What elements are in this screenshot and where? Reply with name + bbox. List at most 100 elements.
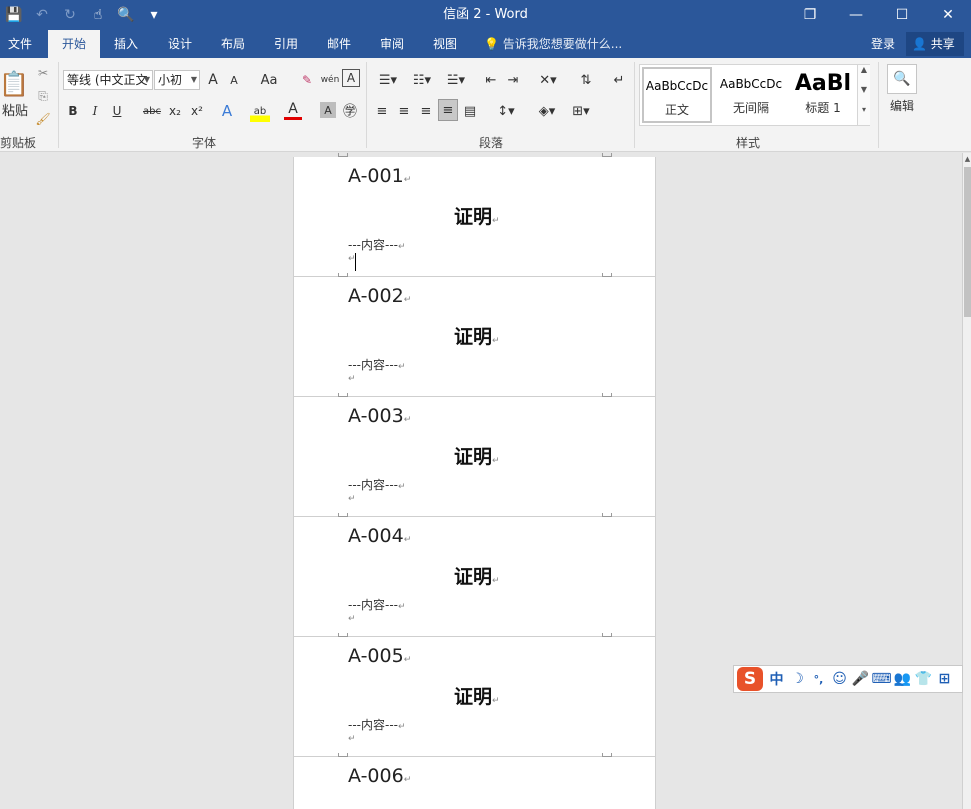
underline-button[interactable]: U: [108, 100, 126, 122]
ribbon-display-button[interactable]: ❐: [787, 0, 833, 30]
bold-button[interactable]: B: [64, 100, 82, 122]
title-bar: 💾 ↶ ↻ ☝ 🔍 ▾ 信函 2 - Word ❐ — ☐ ✕: [0, 0, 971, 30]
toolbox-icon[interactable]: ⊞: [934, 671, 955, 687]
style-name: 正文: [664, 103, 689, 117]
label-page[interactable]: A-004↵ 证明↵ ---内容---↵ ↵: [293, 517, 656, 637]
tab-view[interactable]: 视图: [433, 30, 457, 58]
char-shading-icon[interactable]: A: [320, 102, 336, 118]
label-page[interactable]: A-006↵: [293, 757, 656, 809]
label-content: ---内容---↵: [348, 238, 406, 252]
shrink-font-icon[interactable]: A: [226, 69, 242, 91]
minimize-button[interactable]: —: [833, 0, 879, 30]
borders-icon[interactable]: ⊞▾: [567, 100, 595, 122]
align-center-icon[interactable]: ≡: [394, 100, 414, 122]
share-label: 共享: [930, 37, 955, 51]
label-page[interactable]: A-005↵ 证明↵ ---内容---↵ ↵: [293, 637, 656, 757]
italic-button[interactable]: I: [86, 100, 104, 122]
tab-references[interactable]: 引用: [274, 30, 298, 58]
tab-file[interactable]: 文件: [0, 30, 40, 58]
style-normal[interactable]: AaBbCcDc 正文: [642, 67, 712, 123]
line-spacing-icon[interactable]: ↕▾: [492, 100, 520, 122]
style-name: 标题 1: [805, 101, 841, 115]
login-link[interactable]: 登录: [871, 30, 895, 58]
microphone-icon[interactable]: 🎤: [850, 671, 871, 687]
font-name-combo[interactable]: 等线 (中文正文 ▼: [63, 70, 153, 90]
decrease-indent-icon[interactable]: ⇤: [481, 69, 501, 91]
sogou-logo-icon[interactable]: S: [737, 667, 763, 691]
clipboard-group-label: 剪贴板: [0, 136, 37, 150]
label-page[interactable]: A-002↵ 证明↵ ---内容---↵ ↵: [293, 277, 656, 397]
distributed-icon[interactable]: ▤: [460, 100, 480, 122]
tab-mailings[interactable]: 邮件: [327, 30, 351, 58]
ime-mode-toggle[interactable]: 中: [766, 669, 787, 689]
maximize-button[interactable]: ☐: [879, 0, 925, 30]
share-button[interactable]: 👤 共享: [906, 32, 964, 56]
half-width-icon[interactable]: ☽: [787, 671, 808, 687]
phonetic-guide-icon[interactable]: wén: [320, 69, 340, 91]
bullets-icon[interactable]: ☰▾: [373, 69, 403, 91]
increase-indent-icon[interactable]: ⇥: [503, 69, 523, 91]
document-workspace: A-001↵ 证明↵ ---内容---↵ ↵ A-002↵ 证明↵ ---内容-…: [0, 153, 962, 809]
scroll-thumb[interactable]: [964, 167, 971, 317]
user-icon[interactable]: 👥: [892, 671, 913, 687]
keyboard-icon[interactable]: ⌨: [871, 671, 892, 687]
format-painter-icon[interactable]: 🖌: [34, 108, 52, 130]
superscript-button[interactable]: x²: [188, 100, 206, 122]
crop-mark: [602, 153, 612, 157]
chinese-layout-icon[interactable]: ✕▾: [534, 69, 562, 91]
styles-expand[interactable]: ▾: [857, 105, 870, 125]
scroll-up-icon[interactable]: ▲: [963, 155, 971, 163]
copy-icon[interactable]: ⎘: [34, 85, 52, 107]
strikethrough-button[interactable]: abc: [140, 100, 164, 122]
cut-icon[interactable]: ✂: [34, 62, 52, 84]
style-heading-1[interactable]: AaBl 标题 1: [790, 67, 856, 123]
show-marks-icon[interactable]: ↵: [610, 69, 628, 91]
paragraph-group-label: 段落: [479, 136, 504, 150]
tab-insert[interactable]: 插入: [114, 30, 138, 58]
enclose-char-icon[interactable]: ㊫: [341, 100, 359, 122]
tab-design[interactable]: 设计: [168, 30, 192, 58]
window-controls: ❐ — ☐ ✕: [787, 0, 971, 30]
font-size-combo[interactable]: 小初 ▼: [154, 70, 200, 90]
close-button[interactable]: ✕: [925, 0, 971, 30]
style-no-spacing[interactable]: AaBbCcDc 无间隔: [715, 67, 787, 123]
align-right-icon[interactable]: ≡: [416, 100, 436, 122]
align-left-icon[interactable]: ≡: [372, 100, 392, 122]
font-size-value: 小初: [158, 73, 183, 87]
tab-layout[interactable]: 布局: [221, 30, 245, 58]
font-color-icon[interactable]: A: [284, 100, 302, 120]
tab-home[interactable]: 开始: [48, 30, 100, 58]
paste-button[interactable]: 粘贴: [0, 98, 30, 120]
tell-me-box[interactable]: 💡 告诉我您想要做什么...: [484, 30, 622, 58]
find-icon[interactable]: 🔍: [887, 64, 917, 94]
label-code: A-002↵: [348, 285, 412, 307]
skin-icon[interactable]: 👕: [913, 671, 934, 687]
grow-font-icon[interactable]: A: [204, 69, 222, 91]
tab-review[interactable]: 审阅: [380, 30, 404, 58]
shading-icon[interactable]: ◈▾: [533, 100, 561, 122]
label-code: A-006↵: [348, 765, 412, 787]
group-separator: [634, 62, 635, 148]
ime-toolbar: S 中 ☽ °, ☺ 🎤 ⌨ 👥 👕 ⊞: [733, 665, 963, 693]
change-case-icon[interactable]: Aa: [254, 69, 284, 91]
sort-icon[interactable]: ⇅: [576, 69, 596, 91]
subscript-button[interactable]: x₂: [166, 100, 184, 122]
emoji-icon[interactable]: ☺: [829, 671, 850, 687]
highlight-icon[interactable]: ab: [250, 100, 270, 122]
styles-scroll-up[interactable]: ▲: [857, 65, 870, 85]
label-title: 证明↵: [454, 686, 500, 708]
numbering-icon[interactable]: ☷▾: [407, 69, 437, 91]
clear-format-icon[interactable]: ✎: [298, 69, 316, 91]
font-group-label: 字体: [192, 136, 217, 150]
style-sample: AaBl: [794, 71, 852, 96]
label-page[interactable]: A-003↵ 证明↵ ---内容---↵ ↵: [293, 397, 656, 517]
editing-button[interactable]: 编辑: [885, 94, 919, 116]
styles-scroll-down[interactable]: ▼: [857, 85, 870, 105]
label-page[interactable]: A-001↵ 证明↵ ---内容---↵ ↵: [293, 153, 656, 277]
vertical-scrollbar[interactable]: ▲: [962, 153, 971, 809]
punctuation-icon[interactable]: °,: [808, 673, 829, 686]
char-border-icon[interactable]: A: [342, 69, 360, 87]
justify-icon[interactable]: ≡: [438, 99, 458, 121]
text-effects-icon[interactable]: A: [218, 100, 236, 122]
multilevel-list-icon[interactable]: ☱▾: [441, 69, 471, 91]
